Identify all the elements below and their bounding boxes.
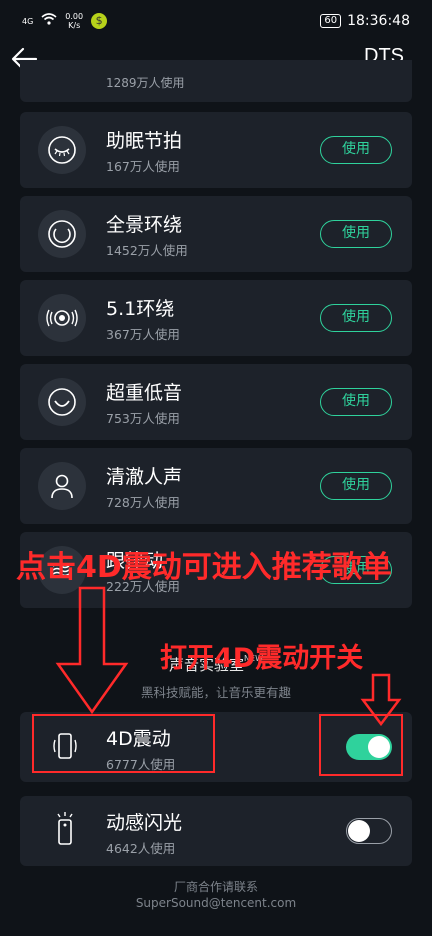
annotation-arrows xyxy=(55,586,402,727)
annotation-box-4d-item xyxy=(32,714,215,773)
annotation-box-toggle xyxy=(319,714,403,776)
down-arrow-icon xyxy=(55,586,129,715)
